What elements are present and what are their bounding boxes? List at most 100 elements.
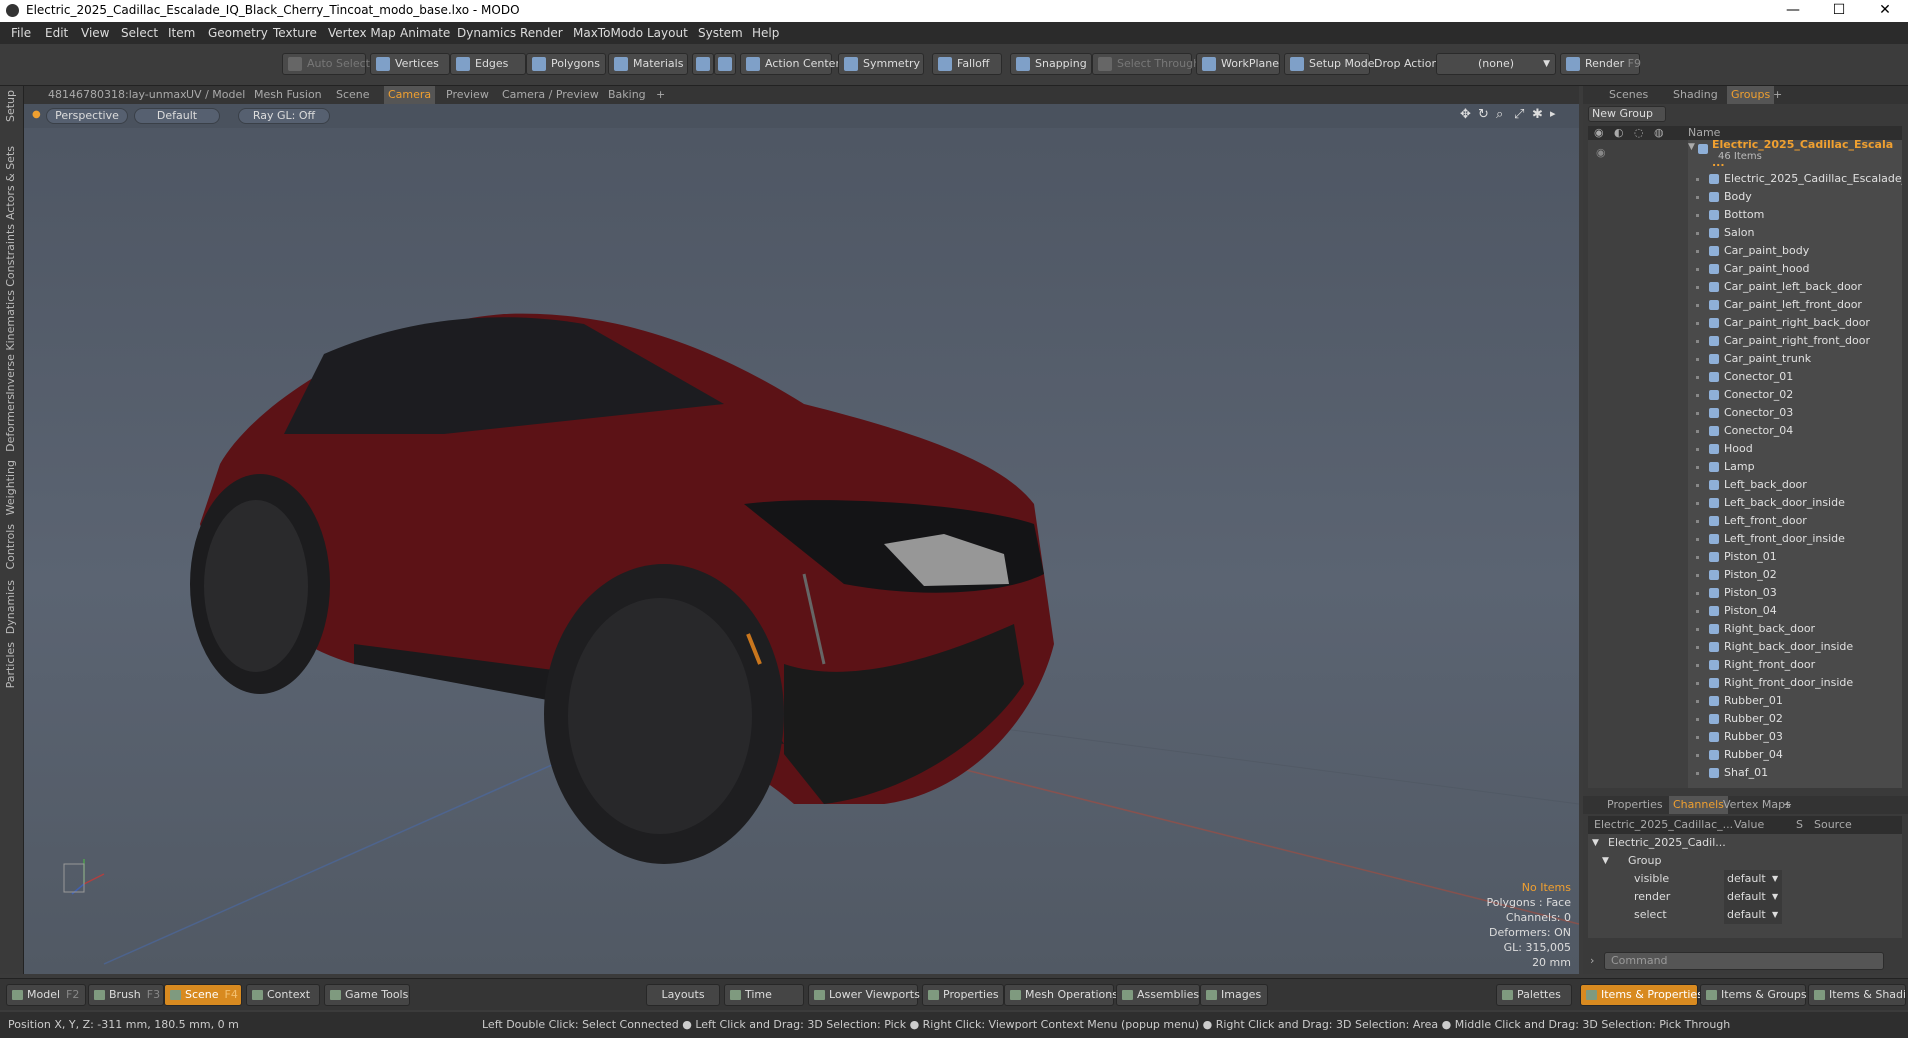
group-item-row[interactable]: Piston_01	[1588, 548, 1902, 566]
group-item-row[interactable]: Conector_03	[1588, 404, 1902, 422]
lower-viewports-button[interactable]: Lower Viewports	[808, 984, 920, 1006]
select-through-button[interactable]: Select Through	[1092, 53, 1200, 75]
items-groups-button[interactable]: Items & Groups	[1700, 984, 1807, 1006]
group-item-row[interactable]: Piston_03	[1588, 584, 1902, 602]
menu-edit[interactable]: Edit	[45, 26, 68, 40]
items-properties-button[interactable]: Items & Properties	[1580, 984, 1703, 1006]
falloff-button[interactable]: Falloff	[932, 53, 1002, 75]
channel-row-select[interactable]: select default ▼	[1588, 906, 1902, 924]
group-item-row[interactable]: Piston_02	[1588, 566, 1902, 584]
lock-icon[interactable]: ◌	[1634, 126, 1644, 139]
render-button[interactable]: Render F9	[1560, 53, 1641, 75]
collapse-arrow-icon[interactable]: ▼	[1592, 834, 1599, 852]
setup-mode-button[interactable]: Setup Mode	[1284, 53, 1374, 75]
group-item-row[interactable]: Rubber_02	[1588, 710, 1902, 728]
chevron-down-icon[interactable]: ▼	[1772, 888, 1778, 906]
menu-layout[interactable]: Layout	[647, 26, 688, 40]
fit-view-icon[interactable]: ⤢	[1514, 107, 1524, 122]
shading-default-button[interactable]: Default	[134, 108, 220, 124]
shield-tool-button[interactable]	[692, 53, 714, 75]
chevron-down-icon[interactable]: ▼	[1772, 870, 1778, 888]
group-item-row[interactable]: Conector_04	[1588, 422, 1902, 440]
assemblies-button[interactable]: Assemblies	[1116, 984, 1200, 1006]
channel-row-visible[interactable]: visible default ▼	[1588, 870, 1902, 888]
group-item-row[interactable]: Left_back_door	[1588, 476, 1902, 494]
chevron-down-icon[interactable]: ▼	[1772, 906, 1778, 924]
render-toggle-icon[interactable]: ◐	[1614, 126, 1624, 139]
menu-texture[interactable]: Texture	[273, 26, 317, 40]
group-item-row[interactable]: Piston_04	[1588, 602, 1902, 620]
materials-button[interactable]: Materials	[608, 53, 688, 75]
group-root-row[interactable]: ◉ ▼ Electric_2025_Cadillac_Escala ... 46…	[1588, 140, 1902, 170]
group-item-row[interactable]: Car_paint_right_back_door	[1588, 314, 1902, 332]
command-input[interactable]: Command	[1604, 952, 1884, 970]
group-item-row[interactable]: Bottom	[1588, 206, 1902, 224]
group-item-row[interactable]: Rubber_01	[1588, 692, 1902, 710]
edges-button[interactable]: Edges	[450, 53, 526, 75]
menu-geometry[interactable]: Geometry	[208, 26, 268, 40]
maximize-button[interactable]: ☐	[1816, 0, 1862, 22]
group-item-row[interactable]: Electric_2025_Cadillac_Escalade_...	[1588, 170, 1902, 188]
model-layout-button[interactable]: Model F2	[6, 984, 86, 1006]
vertices-button[interactable]: Vertices	[370, 53, 450, 75]
menu-view[interactable]: View	[81, 26, 109, 40]
tab-preview[interactable]: Preview	[446, 88, 489, 101]
group-item-row[interactable]: Right_front_door	[1588, 656, 1902, 674]
group-item-row[interactable]: Shaf_01	[1588, 764, 1902, 782]
3d-viewport[interactable]: ● Perspective Default Ray GL: Off ✥ ↻ ⌕ …	[24, 104, 1579, 974]
zoom-view-icon[interactable]: ⌕	[1496, 107, 1503, 122]
group-item-row[interactable]: Body	[1588, 188, 1902, 206]
strip-tab-deformers[interactable]: Deformers	[4, 394, 17, 452]
scene-layout-button[interactable]: Scene F4	[164, 984, 242, 1006]
rotate-view-icon[interactable]: ↻	[1478, 107, 1489, 122]
tab-groups[interactable]: Groups	[1727, 86, 1775, 104]
context-button[interactable]: Context	[246, 984, 320, 1006]
polygons-button[interactable]: Polygons	[526, 53, 606, 75]
channel-row-render[interactable]: render default ▼	[1588, 888, 1902, 906]
snapping-button[interactable]: Snapping	[1010, 53, 1092, 75]
menu-maxtomodo[interactable]: MaxToModo	[573, 26, 643, 40]
tab-properties[interactable]: Properties	[1607, 798, 1663, 811]
group-item-row[interactable]: Rubber_03	[1588, 728, 1902, 746]
select-toggle-icon[interactable]: ◍	[1654, 126, 1664, 139]
shield-tool2-button[interactable]	[714, 53, 736, 75]
palettes-button[interactable]: Palettes	[1496, 984, 1572, 1006]
new-group-button[interactable]: New Group	[1588, 106, 1666, 122]
group-item-row[interactable]: Right_back_door	[1588, 620, 1902, 638]
eye-icon[interactable]: ◉	[1596, 144, 1606, 162]
tab-mesh-fusion[interactable]: Mesh Fusion	[254, 88, 322, 101]
tab-vertex-maps[interactable]: Vertex Maps	[1723, 798, 1791, 811]
auto-select-button[interactable]: Auto Select	[282, 53, 370, 75]
group-item-row[interactable]: Left_front_door	[1588, 512, 1902, 530]
add-panel-tab-button[interactable]: +	[1773, 88, 1782, 101]
strip-tab-setup[interactable]: Setup	[4, 90, 17, 122]
tab-camera[interactable]: Camera	[384, 86, 436, 104]
eye-icon[interactable]: ◉	[1594, 126, 1604, 139]
group-item-row[interactable]: Left_back_door_inside	[1588, 494, 1902, 512]
strip-tab-actors-sets[interactable]: Actors & Sets	[4, 146, 17, 220]
group-item-row[interactable]: Conector_02	[1588, 386, 1902, 404]
tab-baking[interactable]: Baking	[608, 88, 646, 101]
strip-tab-dynamics[interactable]: Dynamics	[4, 580, 17, 634]
menu-system[interactable]: System	[698, 26, 743, 40]
mesh-operations-button[interactable]: Mesh Operations	[1004, 984, 1118, 1006]
channel-group-row[interactable]: ▼ Group	[1588, 852, 1902, 870]
strip-tab-particles[interactable]: Particles	[4, 642, 17, 688]
group-item-row[interactable]: Car_paint_left_back_door	[1588, 278, 1902, 296]
channel-root-row[interactable]: ▼ Electric_2025_Cadil...	[1588, 834, 1902, 852]
group-item-row[interactable]: Right_back_door_inside	[1588, 638, 1902, 656]
symmetry-button[interactable]: Symmetry	[838, 53, 924, 75]
add-props-tab-button[interactable]: +	[1783, 798, 1792, 811]
group-item-row[interactable]: Conector_01	[1588, 368, 1902, 386]
menu-animate[interactable]: Animate	[400, 26, 450, 40]
action-center-button[interactable]: Action Center	[740, 53, 840, 75]
strip-tab-inverse-kinematics[interactable]: Inverse Kinematics	[4, 290, 17, 395]
properties-button[interactable]: Properties	[922, 984, 1004, 1006]
perspective-button[interactable]: Perspective	[46, 108, 128, 124]
game-tools-button[interactable]: Game Tools	[324, 984, 410, 1006]
group-item-row[interactable]: Car_paint_left_front_door	[1588, 296, 1902, 314]
menu-select[interactable]: Select	[121, 26, 158, 40]
menu-render[interactable]: Render	[520, 26, 563, 40]
tab-scene[interactable]: Scene	[336, 88, 370, 101]
group-item-row[interactable]: Salon	[1588, 224, 1902, 242]
